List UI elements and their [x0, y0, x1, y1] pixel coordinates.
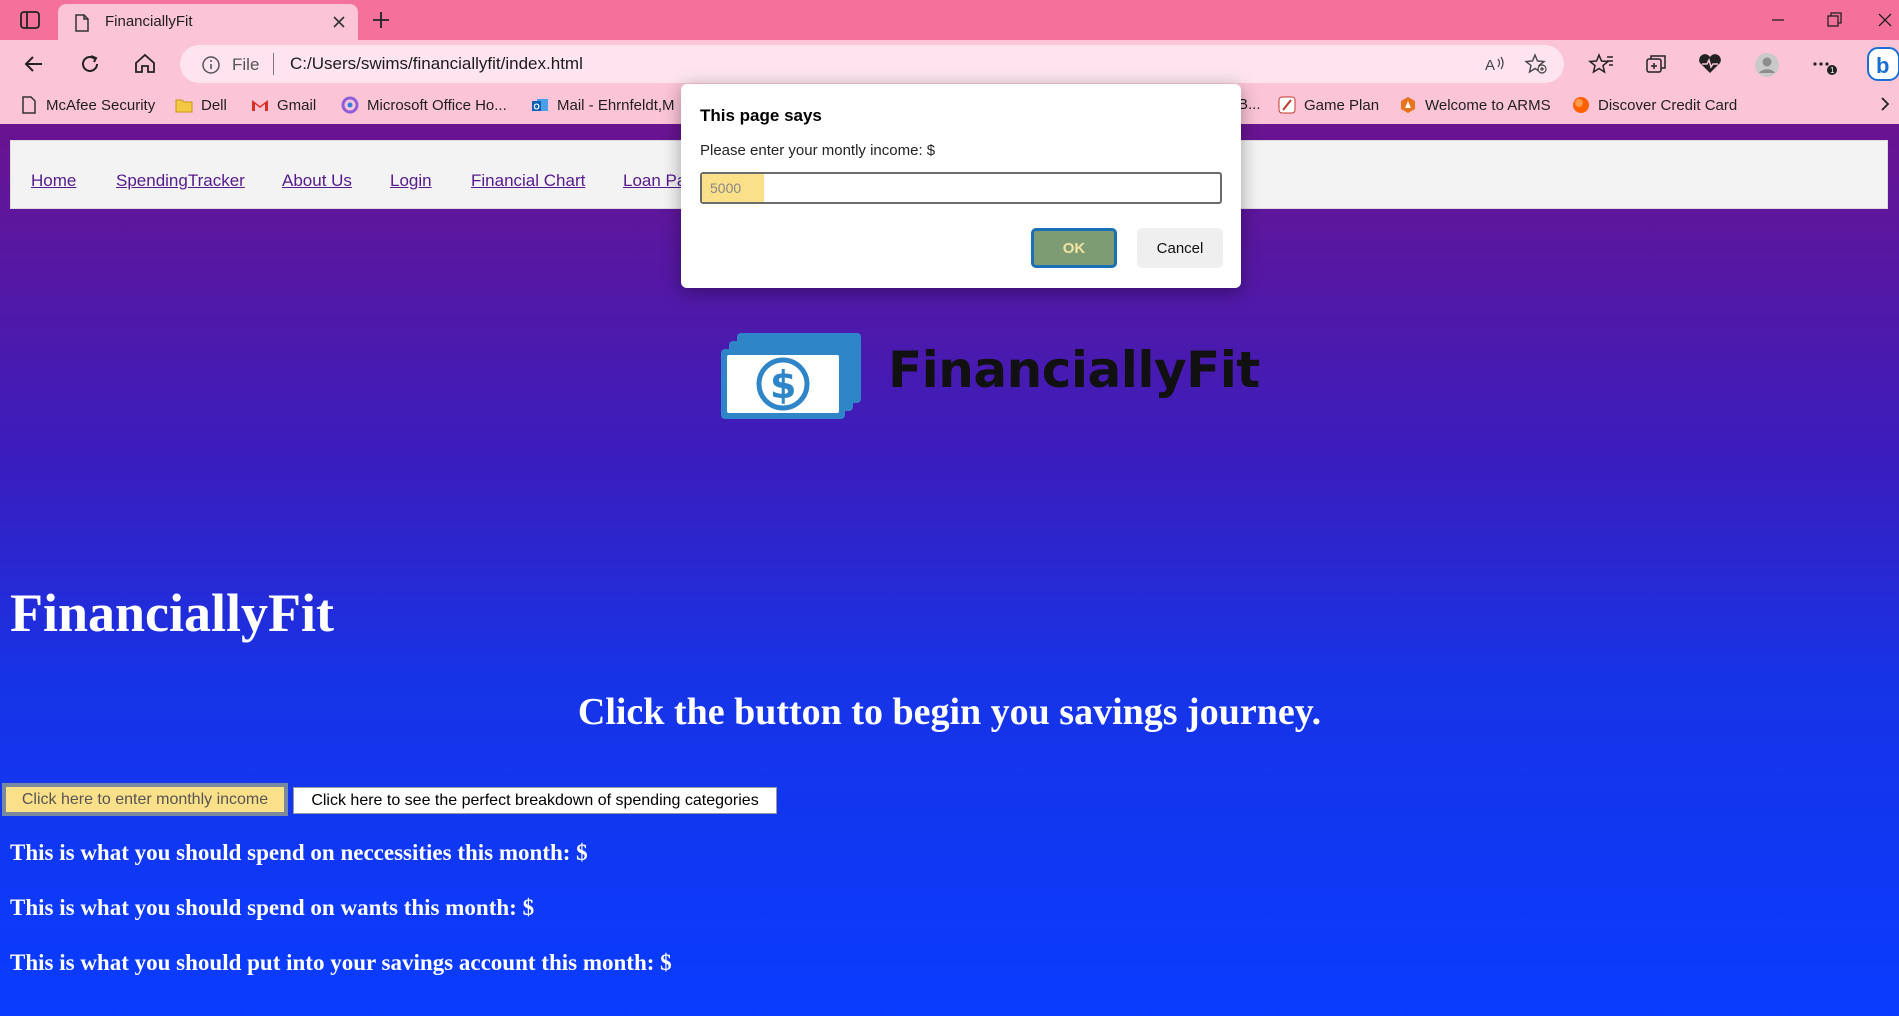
add-favorite-icon[interactable] [1524, 53, 1548, 75]
bookmark-label: Game Plan [1304, 96, 1380, 114]
browser-toolbar: File C:/Users/swims/financiallyfit/index… [0, 40, 1899, 88]
bookmark-label: Mail - Ehrnfeldt,M [557, 96, 675, 114]
bookmark-partial[interactable]: B... [1238, 96, 1261, 113]
nav-link-spending-tracker[interactable]: SpendingTracker [116, 171, 245, 191]
collections-icon[interactable] [1643, 52, 1669, 76]
restore-icon[interactable] [1820, 8, 1846, 32]
savings-result: This is what you should put into your sa… [10, 950, 672, 975]
address-separator [273, 53, 274, 75]
bookmark-label: Dell [201, 96, 227, 114]
folder-icon [175, 96, 193, 114]
ok-button[interactable]: OK [1031, 228, 1117, 268]
enter-income-button[interactable]: Click here to enter monthly income [2, 783, 288, 816]
income-input-value: 5000 [710, 180, 742, 196]
money-logo-icon: $ [717, 329, 867, 430]
office-icon [341, 96, 359, 114]
nav-link-financial-chart[interactable]: Financial Chart [471, 171, 585, 191]
svg-text:1: 1 [1830, 66, 1835, 75]
bookmark-office[interactable]: Microsoft Office Ho... [341, 96, 507, 114]
bookmark-label: McAfee Security [46, 96, 156, 114]
income-input[interactable]: 5000 [700, 172, 1222, 204]
bookmark-dell[interactable]: Dell [175, 96, 227, 114]
close-window-icon[interactable] [1872, 8, 1898, 32]
svg-text:A: A [1485, 57, 1495, 74]
tab-title: FinanciallyFit [105, 13, 193, 30]
necessities-result: This is what you should spend on neccess… [10, 840, 588, 865]
bookmark-label: Discover Credit Card [1598, 96, 1738, 114]
logo-wordmark: FinanciallyFit [888, 341, 1260, 399]
dialog-message: Please enter your montly income: $ [700, 142, 936, 159]
address-url[interactable]: C:/Users/swims/financiallyfit/index.html [290, 54, 583, 74]
settings-more-icon[interactable]: 1 [1810, 52, 1837, 76]
svg-text:$: $ [770, 363, 796, 407]
bookmark-game-plan[interactable]: Game Plan [1278, 96, 1379, 114]
wants-result: This is what you should spend on wants t… [10, 895, 535, 920]
new-tab-button[interactable] [369, 8, 393, 32]
game-plan-icon [1278, 96, 1296, 114]
address-bar[interactable]: File C:/Users/swims/financiallyfit/index… [180, 45, 1564, 83]
document-icon [20, 96, 38, 114]
page-content: Home SpendingTracker About Us Login Fina… [0, 84, 1899, 1016]
svg-text:b: b [1876, 53, 1889, 78]
page-title: FinanciallyFit [10, 583, 334, 643]
bing-copilot-icon[interactable]: b [1866, 46, 1899, 82]
page-favicon-icon [74, 14, 90, 37]
bookmark-arms[interactable]: Welcome to ARMS [1399, 96, 1551, 114]
gmail-icon [251, 96, 269, 114]
info-icon[interactable] [201, 55, 221, 80]
reload-icon[interactable] [76, 50, 104, 78]
favorites-icon[interactable] [1588, 52, 1614, 76]
bookmark-label: Gmail [277, 96, 317, 114]
bookmark-outlook-mail[interactable]: O Mail - Ehrnfeldt,M [531, 96, 675, 114]
spending-breakdown-button[interactable]: Click here to see the perfect breakdown … [293, 787, 777, 814]
home-icon[interactable] [131, 50, 159, 78]
browser-tab-bar: FinanciallyFit [0, 0, 1899, 40]
nav-link-about-us[interactable]: About Us [282, 171, 352, 191]
profile-avatar-icon[interactable] [1754, 52, 1780, 77]
read-aloud-icon[interactable]: A [1483, 53, 1507, 75]
back-arrow-icon[interactable] [20, 50, 48, 78]
page-subtitle: Click the button to begin you savings jo… [577, 691, 1322, 733]
dialog-title: This page says [700, 106, 822, 125]
bookmark-gmail[interactable]: Gmail [251, 96, 316, 114]
nav-link-login[interactable]: Login [390, 171, 432, 191]
tab-close-icon[interactable] [328, 11, 350, 33]
minimize-icon[interactable] [1765, 8, 1791, 32]
outlook-icon: O [531, 96, 549, 114]
nav-link-loan-partial[interactable]: Loan Pa [623, 171, 686, 191]
health-heart-icon[interactable] [1697, 52, 1723, 76]
cancel-button[interactable]: Cancel [1137, 228, 1223, 268]
discover-icon [1572, 96, 1590, 114]
svg-text:O: O [534, 103, 540, 112]
bookmark-mcafee[interactable]: McAfee Security [20, 96, 155, 114]
prompt-dialog: This page says Please enter your montly … [681, 84, 1241, 288]
tab-actions-icon[interactable] [17, 9, 43, 31]
arms-icon [1399, 96, 1417, 114]
bookmark-discover[interactable]: Discover Credit Card [1572, 96, 1737, 114]
bookmarks-overflow-chevron-icon[interactable] [1878, 94, 1892, 114]
nav-link-home[interactable]: Home [31, 171, 76, 191]
address-scheme-label: File [232, 55, 260, 74]
bookmark-label: Welcome to ARMS [1425, 96, 1551, 114]
bookmark-label: Microsoft Office Ho... [367, 96, 507, 114]
browser-tab[interactable]: FinanciallyFit [58, 4, 358, 40]
bookmark-label: B... [1238, 96, 1261, 113]
